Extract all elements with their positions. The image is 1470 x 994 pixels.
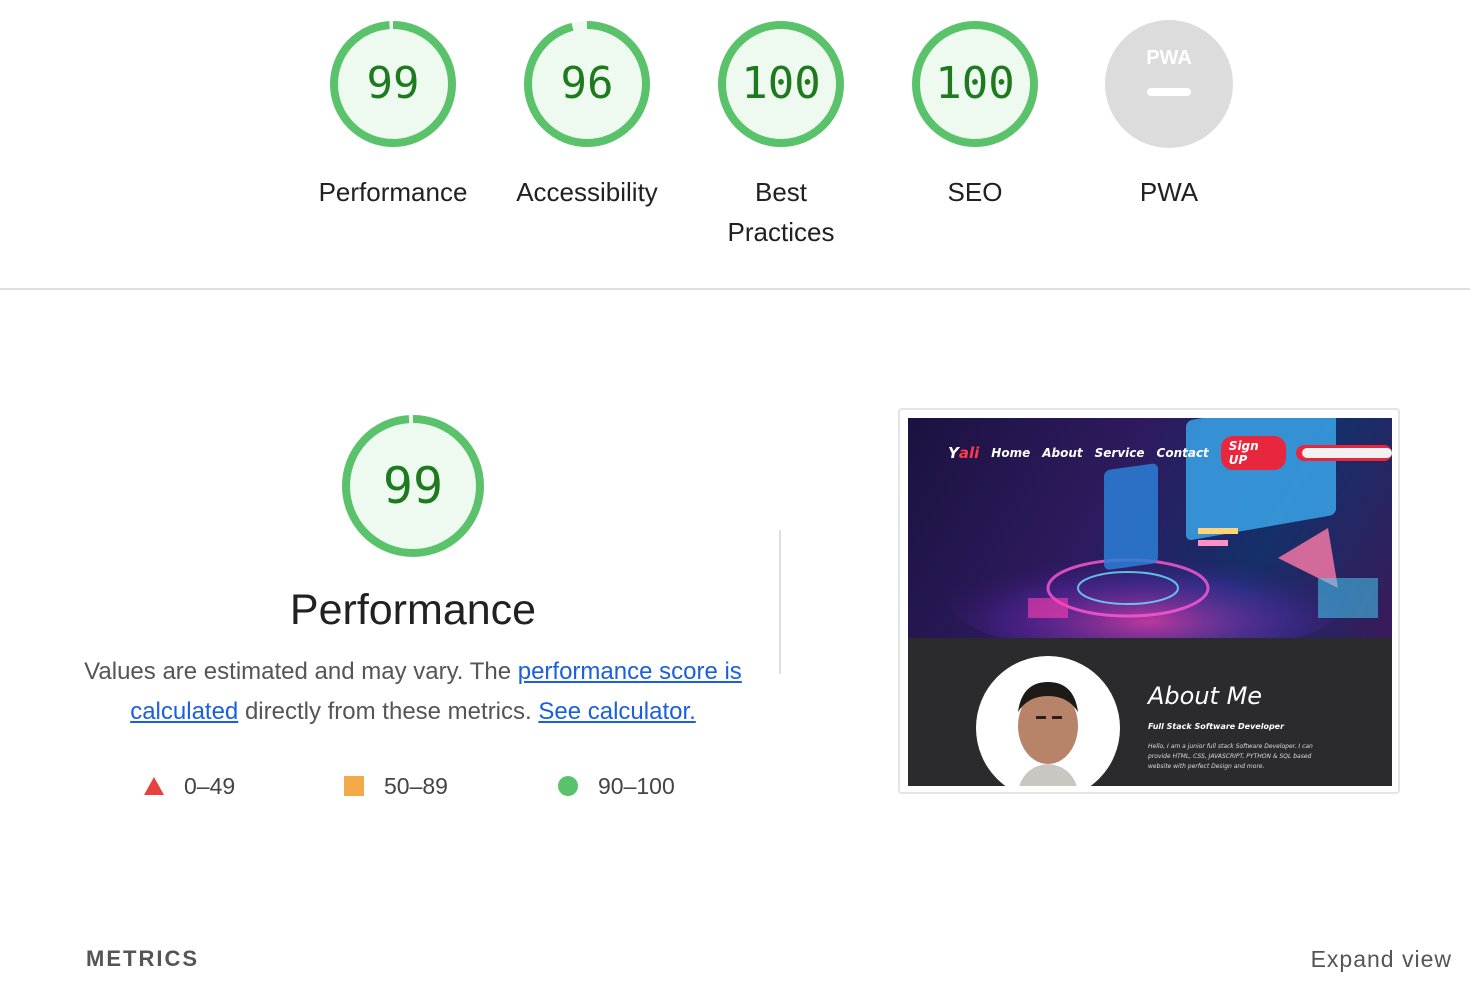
legend-label: 0–49	[184, 772, 236, 799]
gauge-ring: PWA	[1103, 18, 1235, 150]
gauge-ring: 100	[909, 18, 1041, 150]
score-value: 100	[935, 58, 1015, 109]
metrics-heading: METRICS	[86, 946, 199, 971]
site-nav: Yali Home About Service Contact Sign UP	[948, 436, 1392, 470]
gauge-label: SEO	[947, 177, 1003, 207]
performance-gauge-large: 99	[339, 412, 487, 560]
score-value: 99	[366, 58, 420, 109]
hero-banner: Yali Home About Service Contact Sign UP	[908, 418, 1392, 638]
legend-label: 50–89	[384, 772, 448, 799]
gauge-best-practices[interactable]: 100 Best Practices	[684, 18, 878, 252]
avatar	[976, 656, 1120, 786]
performance-description: Values are estimated and may vary. The p…	[80, 652, 746, 732]
square-icon	[344, 776, 364, 796]
legend-average: 50–89	[344, 770, 448, 802]
category-gauges: 99 Performance 96 Accessibility 100 Best…	[296, 0, 1266, 260]
pwa-badge-text: PWA	[1146, 47, 1192, 69]
performance-title: Performance	[289, 586, 537, 634]
gauge-ring: 100	[715, 18, 847, 150]
vertical-divider	[779, 530, 781, 674]
nav-item-home: Home	[991, 446, 1031, 460]
score-value: 100	[741, 58, 821, 109]
legend-label: 90–100	[598, 772, 675, 799]
about-title: About Me	[1148, 682, 1263, 710]
gauge-performance[interactable]: 99 Performance	[296, 18, 490, 212]
expand-view-button[interactable]: Expand view	[1311, 946, 1452, 973]
triangle-icon	[144, 777, 164, 795]
gauge-ring: 99	[327, 18, 459, 150]
performance-section: 99 Performance Values are estimated and …	[0, 290, 1470, 994]
gauge-accessibility[interactable]: 96 Accessibility	[490, 18, 684, 212]
score-value: 99	[382, 457, 444, 515]
page-screenshot-image: Yali Home About Service Contact Sign UP	[908, 418, 1392, 786]
gauge-ring: 96	[521, 18, 653, 150]
pwa-badge-icon: PWA	[1105, 20, 1233, 148]
audio-player	[1296, 445, 1392, 461]
about-text: Hello, I am a junior full stack Software…	[1148, 743, 1313, 770]
circle-icon	[558, 776, 578, 796]
signup-button: Sign UP	[1220, 436, 1287, 470]
site-logo: Yali	[948, 444, 980, 462]
score-value: 96	[560, 58, 614, 109]
gauge-label: Best Practices	[727, 177, 835, 247]
see-calculator-link[interactable]: See calculator.	[538, 698, 695, 725]
nav-item-service: Service	[1094, 446, 1145, 460]
legend-pass: 90–100	[558, 770, 675, 802]
legend-fail: 0–49	[144, 770, 235, 802]
gauge-label: Performance	[318, 177, 468, 207]
final-screenshot[interactable]: Yali Home About Service Contact Sign UP	[898, 408, 1400, 794]
gauge-seo[interactable]: 100 SEO	[878, 18, 1072, 212]
nav-item-about: About	[1042, 446, 1083, 460]
about-section: About Me Full Stack Software Developer H…	[908, 638, 1392, 786]
desc-text: directly from these metrics.	[238, 698, 539, 725]
gauge-label: Accessibility	[516, 177, 658, 207]
gauge-pwa[interactable]: PWA PWA	[1072, 18, 1266, 212]
about-subtitle: Full Stack Software Developer	[1148, 722, 1285, 731]
nav-item-contact: Contact	[1156, 446, 1209, 460]
gauge-label: PWA	[1139, 177, 1199, 207]
desc-text: Values are estimated and may vary. The	[84, 658, 518, 685]
